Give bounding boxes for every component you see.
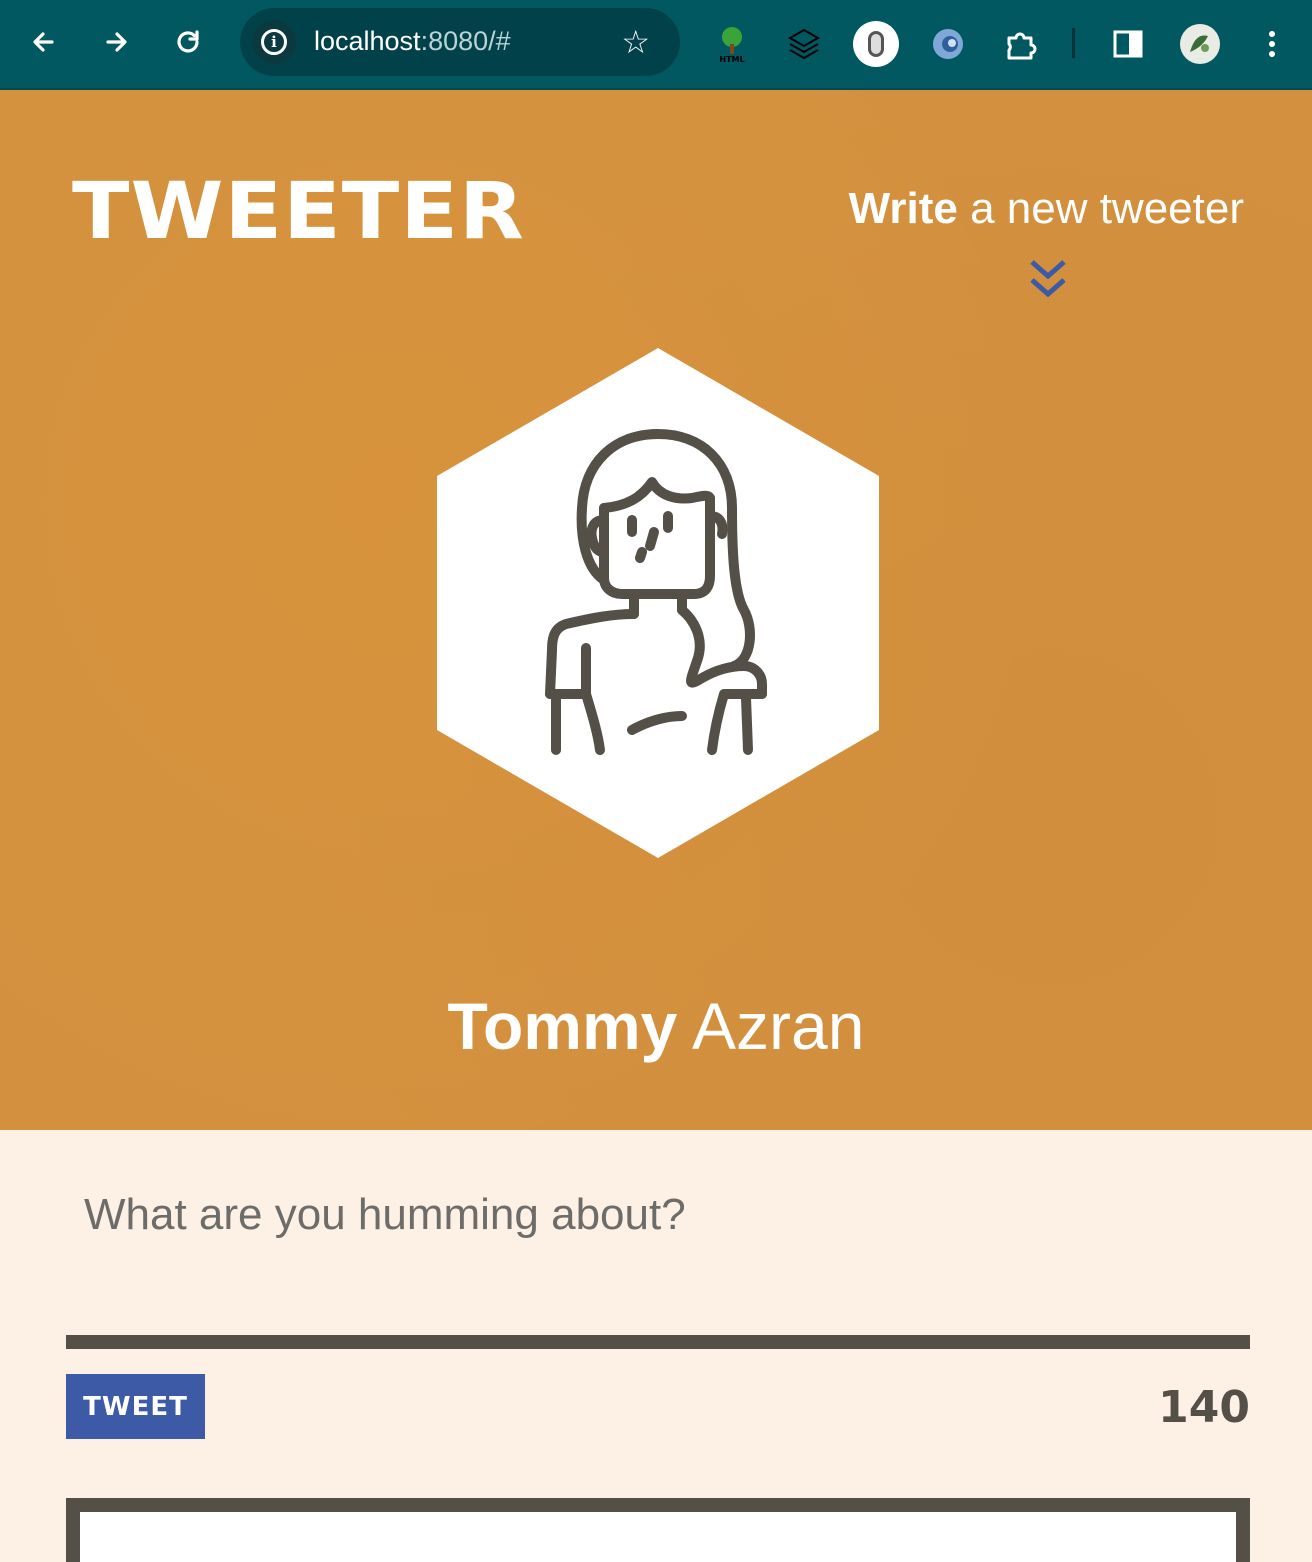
toolbar-separator bbox=[1072, 28, 1075, 58]
tweet-text-input[interactable] bbox=[66, 1190, 1250, 1310]
profile-avatar-icon[interactable] bbox=[1176, 20, 1224, 68]
double-chevron-down-icon[interactable] bbox=[1028, 258, 1068, 302]
more-menu-icon[interactable] bbox=[1248, 20, 1296, 68]
character-counter: 140 bbox=[1158, 1382, 1250, 1433]
browser-toolbar: i localhost:8080/# ☆ HTML bbox=[0, 0, 1312, 90]
user-name: Tommy Azran bbox=[0, 988, 1312, 1064]
url-path: :8080/# bbox=[420, 26, 511, 56]
write-new-tweet-link[interactable]: Write a new tweeter bbox=[849, 184, 1244, 234]
url-host: localhost bbox=[314, 26, 421, 56]
svg-text:HTML: HTML bbox=[719, 55, 744, 64]
tweet-card bbox=[66, 1498, 1250, 1562]
profile-header: TWEETER Write a new tweeter Tommy Azran bbox=[0, 90, 1312, 1130]
url-text[interactable]: localhost:8080/# bbox=[314, 26, 511, 57]
user-last-name: Azran bbox=[677, 989, 865, 1063]
compose-section: TWEET 140 bbox=[0, 1130, 1312, 1562]
address-bar[interactable]: i localhost:8080/# ☆ bbox=[240, 8, 680, 76]
write-rest-text: a new tweeter bbox=[957, 184, 1244, 233]
bookmark-star-icon[interactable]: ☆ bbox=[621, 22, 650, 62]
extensions-puzzle-icon[interactable] bbox=[996, 20, 1044, 68]
tweet-submit-button[interactable]: TWEET bbox=[66, 1374, 205, 1439]
dark-extension-icon[interactable] bbox=[780, 20, 828, 68]
mouse-extension-icon[interactable] bbox=[852, 20, 900, 68]
app-logo[interactable]: TWEETER bbox=[72, 172, 525, 252]
write-bold-text: Write bbox=[848, 184, 958, 233]
blue-drop-extension-icon[interactable] bbox=[924, 20, 972, 68]
site-info-icon[interactable]: i bbox=[252, 20, 296, 64]
user-first-name: Tommy bbox=[447, 989, 678, 1063]
reload-icon[interactable] bbox=[166, 20, 210, 64]
back-arrow-icon[interactable] bbox=[22, 20, 66, 64]
side-panel-icon[interactable] bbox=[1104, 20, 1152, 68]
woman-avatar-icon bbox=[436, 348, 880, 858]
compose-divider bbox=[66, 1335, 1250, 1349]
html-tree-extension-icon[interactable]: HTML bbox=[708, 20, 756, 68]
forward-arrow-icon[interactable] bbox=[94, 20, 138, 64]
